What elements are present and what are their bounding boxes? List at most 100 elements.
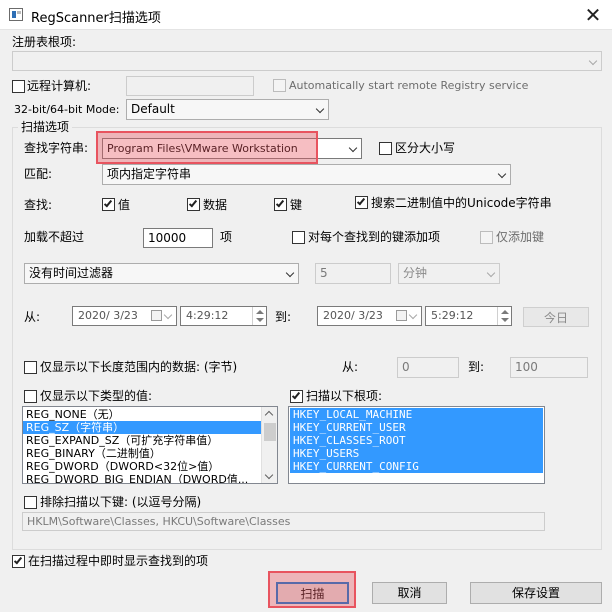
chevron-down-icon xyxy=(486,268,496,278)
length-to-input[interactable]: 100 xyxy=(510,357,588,378)
time-amount-input[interactable]: 5 xyxy=(315,263,391,284)
list-item[interactable]: REG_NONE（无） xyxy=(23,408,263,421)
find-keys-label: 键 xyxy=(290,198,303,212)
add-key-only-checkbox[interactable] xyxy=(480,231,493,244)
to-label: 到: xyxy=(275,310,292,324)
auto-start-checkbox[interactable] xyxy=(273,79,286,92)
auto-start-label: Automatically start remote Registry serv… xyxy=(289,79,529,92)
chevron-down-icon xyxy=(408,310,418,320)
match-value: 项内指定字符串 xyxy=(107,167,192,181)
time-unit-combo[interactable]: 分钟 xyxy=(398,263,500,284)
time-filter-combo[interactable]: 没有时间过滤器 xyxy=(24,263,299,284)
window-title: RegScanner扫描选项 xyxy=(31,11,161,26)
find-data-label: 数据 xyxy=(203,198,228,212)
find-data-checkbox[interactable] xyxy=(187,198,200,211)
length-filter-checkbox[interactable] xyxy=(24,361,37,374)
load-limit-unit: 项 xyxy=(220,230,233,244)
load-limit-input[interactable]: 10000 xyxy=(143,228,213,248)
list-item[interactable]: REG_EXPAND_SZ（可扩充字符串值） xyxy=(23,434,263,447)
calendar-icon xyxy=(396,310,407,321)
cancel-button[interactable]: 取消 xyxy=(372,582,447,604)
registry-key-label: 注册表根项: xyxy=(12,35,77,49)
find-keys-checkbox[interactable] xyxy=(274,198,287,211)
find-string-highlight xyxy=(96,131,318,164)
find-values-checkbox[interactable] xyxy=(102,198,115,211)
list-item[interactable]: REG_SZ（字符串） xyxy=(23,421,263,434)
find-label: 查找: xyxy=(24,198,53,212)
chevron-down-icon xyxy=(163,310,173,320)
root-keys-checkbox[interactable] xyxy=(290,390,303,403)
list-item[interactable]: REG_BINARY（二进制值） xyxy=(23,447,263,460)
mode-label: 32-bit/64-bit Mode: xyxy=(14,103,120,116)
chevron-down-icon xyxy=(588,56,598,66)
from-time-picker[interactable]: 4:29:12 xyxy=(180,306,267,326)
chevron-down-icon xyxy=(497,169,507,179)
to-time-picker[interactable]: 5:29:12 xyxy=(425,306,512,326)
list-item[interactable]: REG_DWORD_BIG_ENDIAN（DWORD值... xyxy=(23,473,263,483)
add-key-label: 对每个查找到的键添加项 xyxy=(308,230,441,244)
exclude-input[interactable]: HKLM\Software\Classes, HKCU\Software\Cla… xyxy=(22,512,545,531)
today-button[interactable]: 今日 xyxy=(523,307,589,327)
remote-computer-checkbox[interactable] xyxy=(12,80,25,93)
length-to-label: 到: xyxy=(468,360,485,374)
list-item[interactable]: HKEY_CURRENT_CONFIG xyxy=(290,460,543,473)
chevron-up-icon[interactable] xyxy=(264,410,274,420)
save-settings-button[interactable]: 保存设置 xyxy=(470,582,602,604)
find-string-label: 查找字符串: xyxy=(24,141,89,155)
list-item[interactable]: HKEY_USERS xyxy=(290,447,543,460)
length-filter-label: 仅显示以下长度范围内的数据: (字节) xyxy=(40,360,238,374)
load-limit-label: 加载不超过 xyxy=(24,230,85,244)
value-types-list[interactable]: REG_NONE（无） REG_SZ（字符串） REG_EXPAND_SZ（可扩… xyxy=(22,406,278,484)
case-sensitive-label: 区分大小写 xyxy=(395,141,456,155)
add-key-only-label: 仅添加键 xyxy=(496,230,545,244)
from-label: 从: xyxy=(24,310,41,324)
match-combo[interactable]: 项内指定字符串 xyxy=(102,164,511,185)
exclude-label: 排除扫描以下键: (以逗号分隔) xyxy=(40,495,202,509)
time-unit-value: 分钟 xyxy=(403,266,428,280)
from-date-value: 2020/ 3/23 xyxy=(78,309,138,322)
root-keys-label: 扫描以下根项: xyxy=(306,389,383,403)
mode-value: Default xyxy=(131,102,175,116)
app-icon xyxy=(9,8,23,21)
list-item[interactable]: HKEY_CURRENT_USER xyxy=(290,421,543,434)
chevron-down-icon xyxy=(315,104,325,114)
length-from-input[interactable]: 0 xyxy=(397,357,459,378)
exclude-checkbox[interactable] xyxy=(24,496,37,509)
mode-combo[interactable]: Default xyxy=(126,99,329,120)
find-binary-label: 搜索二进制值中的Unicode字符串 xyxy=(371,196,552,210)
list-item[interactable]: HKEY_CLASSES_ROOT xyxy=(290,434,543,447)
list-item[interactable]: REG_DWORD（DWORD<32位>值） xyxy=(23,460,263,473)
scan-options-group xyxy=(12,127,602,550)
list-item[interactable]: HKEY_LOCAL_MACHINE xyxy=(290,408,543,421)
scan-options-label: 扫描选项 xyxy=(18,120,73,134)
to-time-value: 5:29:12 xyxy=(431,309,474,322)
close-icon[interactable]: ✕ xyxy=(578,3,608,27)
length-from-label: 从: xyxy=(342,360,359,374)
value-types-scrollbar[interactable] xyxy=(261,407,277,483)
scan-button-highlight xyxy=(268,571,356,608)
scrollbar-thumb[interactable] xyxy=(264,423,276,441)
time-spinner[interactable] xyxy=(252,307,266,325)
time-filter-value: 没有时间过滤器 xyxy=(29,266,114,280)
match-label: 匹配: xyxy=(24,167,53,181)
case-sensitive-checkbox[interactable] xyxy=(379,142,392,155)
realtime-label: 在扫描过程中即时显示查找到的项 xyxy=(28,554,209,568)
remote-computer-label: 远程计算机: xyxy=(27,79,92,93)
chevron-down-icon xyxy=(348,143,358,153)
chevron-down-icon[interactable] xyxy=(264,470,274,480)
time-spinner[interactable] xyxy=(497,307,511,325)
add-key-checkbox[interactable] xyxy=(292,231,305,244)
to-date-picker[interactable]: 2020/ 3/23 xyxy=(317,306,422,326)
find-binary-checkbox[interactable] xyxy=(355,196,368,209)
value-types-label: 仅显示以下类型的值: xyxy=(40,389,153,403)
calendar-icon xyxy=(151,310,162,321)
realtime-checkbox[interactable] xyxy=(12,555,25,568)
from-time-value: 4:29:12 xyxy=(186,309,229,322)
value-types-checkbox[interactable] xyxy=(24,390,37,403)
remote-computer-input[interactable] xyxy=(126,76,254,96)
to-date-value: 2020/ 3/23 xyxy=(323,309,383,322)
from-date-picker[interactable]: 2020/ 3/23 xyxy=(72,306,177,326)
registry-key-combo[interactable] xyxy=(12,51,602,71)
chevron-down-icon xyxy=(285,268,295,278)
root-keys-list[interactable]: HKEY_LOCAL_MACHINE HKEY_CURRENT_USER HKE… xyxy=(288,406,545,484)
